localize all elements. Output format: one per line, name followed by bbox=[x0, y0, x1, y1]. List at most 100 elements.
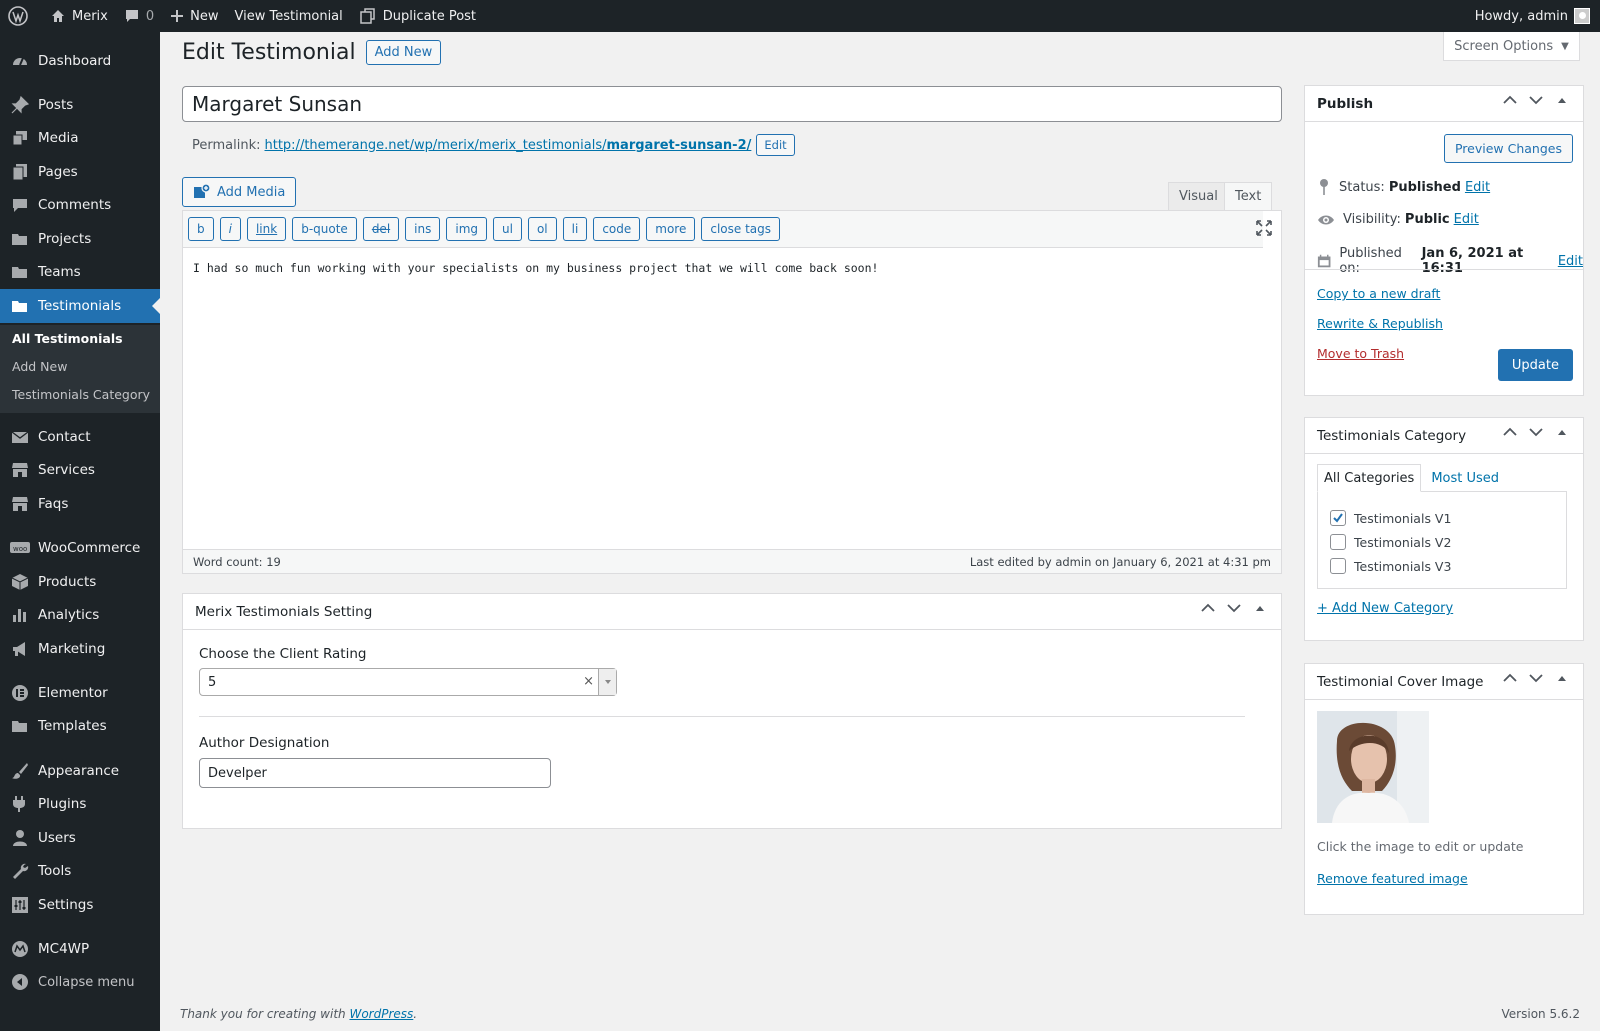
sidebar-item-label: Marketing bbox=[38, 641, 106, 657]
cover-image-thumbnail[interactable] bbox=[1317, 711, 1429, 823]
permalink-edit-button[interactable]: Edit bbox=[756, 134, 795, 156]
tab-all-categories[interactable]: All Categories bbox=[1317, 464, 1422, 492]
sidebar-item-mc4wp[interactable]: MC4WP bbox=[0, 932, 160, 966]
category-item[interactable]: Testimonials V3 bbox=[1330, 558, 1451, 574]
qt-code-button[interactable]: code bbox=[593, 217, 641, 241]
view-testimonial-link[interactable]: View Testimonial bbox=[227, 0, 351, 32]
admin-sidebar: Dashboard Posts Media Pages Comments Pro… bbox=[0, 32, 160, 1031]
toggle-panel-icon[interactable] bbox=[1247, 604, 1273, 612]
sidebar-item-marketing[interactable]: Marketing bbox=[0, 632, 160, 666]
add-new-category-link[interactable]: + Add New Category bbox=[1317, 601, 1453, 616]
move-down-icon[interactable] bbox=[1523, 95, 1549, 105]
wordpress-logo-button[interactable] bbox=[0, 0, 42, 32]
sidebar-item-products[interactable]: Products bbox=[0, 565, 160, 599]
editor-content[interactable]: I had so much fun working with your spec… bbox=[193, 261, 878, 275]
testimonials-setting-box: Merix Testimonials Setting Choose the Cl… bbox=[182, 593, 1282, 829]
qt-bquote-button[interactable]: b-quote bbox=[292, 217, 357, 241]
sidebar-item-services[interactable]: Services bbox=[0, 453, 160, 487]
account-menu[interactable]: Howdy, admin bbox=[1475, 8, 1600, 24]
fullscreen-icon[interactable] bbox=[1255, 219, 1273, 241]
qt-italic-button[interactable]: i bbox=[219, 217, 241, 241]
checkbox[interactable] bbox=[1330, 534, 1346, 550]
add-media-button[interactable]: Add Media bbox=[182, 177, 297, 207]
submenu-testimonials-category[interactable]: Testimonials Category bbox=[0, 381, 160, 409]
qt-ol-button[interactable]: ol bbox=[527, 217, 557, 241]
submenu-all-testimonials[interactable]: All Testimonials bbox=[0, 325, 160, 353]
move-up-icon[interactable] bbox=[1497, 427, 1523, 437]
category-item[interactable]: Testimonials V2 bbox=[1330, 534, 1451, 550]
chevron-down-icon[interactable] bbox=[598, 669, 616, 695]
duplicate-post-button[interactable]: Duplicate Post bbox=[351, 0, 484, 32]
sidebar-item-comments[interactable]: Comments bbox=[0, 188, 160, 222]
checkbox[interactable] bbox=[1330, 558, 1346, 574]
sidebar-item-teams[interactable]: Teams bbox=[0, 255, 160, 289]
sidebar-item-label: Collapse menu bbox=[38, 974, 135, 990]
visibility-edit-link[interactable]: Edit bbox=[1454, 212, 1479, 227]
toggle-panel-icon[interactable] bbox=[1549, 674, 1575, 682]
wordpress-link[interactable]: WordPress bbox=[349, 1007, 413, 1021]
tab-visual[interactable]: Visual bbox=[1168, 182, 1229, 211]
postbox-header: Testimonials Category bbox=[1305, 418, 1583, 454]
sidebar-item-projects[interactable]: Projects bbox=[0, 222, 160, 256]
permalink-link[interactable]: http://themerange.net/wp/merix/merix_tes… bbox=[265, 138, 752, 153]
qt-link-button[interactable]: link bbox=[246, 217, 287, 241]
qt-li-button[interactable]: li bbox=[562, 217, 588, 241]
qt-del-button[interactable]: del bbox=[362, 217, 400, 241]
client-rating-select[interactable]: 5 × bbox=[199, 668, 617, 696]
sidebar-item-settings[interactable]: Settings bbox=[0, 888, 160, 922]
site-name-button[interactable]: Merix bbox=[42, 0, 116, 32]
qt-ul-button[interactable]: ul bbox=[493, 217, 522, 241]
toggle-panel-icon[interactable] bbox=[1549, 428, 1575, 436]
rewrite-republish-link[interactable]: Rewrite & Republish bbox=[1317, 316, 1443, 331]
tab-text[interactable]: Text bbox=[1224, 182, 1273, 211]
sidebar-item-faqs[interactable]: Faqs bbox=[0, 487, 160, 521]
comments-button[interactable]: 0 bbox=[116, 0, 162, 32]
post-title-input[interactable]: Margaret Sunsan bbox=[182, 86, 1282, 122]
sidebar-item-appearance[interactable]: Appearance bbox=[0, 754, 160, 788]
screen-options-button[interactable]: Screen Options ▼ bbox=[1443, 32, 1580, 61]
author-designation-input[interactable]: Develper bbox=[199, 758, 551, 788]
tab-most-used[interactable]: Most Used bbox=[1425, 464, 1505, 492]
clear-icon[interactable]: × bbox=[583, 674, 594, 689]
toggle-panel-icon[interactable] bbox=[1549, 96, 1575, 104]
sidebar-item-media[interactable]: Media bbox=[0, 121, 160, 155]
sidebar-item-users[interactable]: Users bbox=[0, 821, 160, 855]
category-label: Testimonials V3 bbox=[1354, 558, 1452, 574]
move-up-icon[interactable] bbox=[1195, 603, 1221, 613]
qt-img-button[interactable]: img bbox=[446, 217, 487, 241]
sidebar-item-label: Tools bbox=[38, 863, 72, 879]
move-down-icon[interactable] bbox=[1523, 673, 1549, 683]
published-edit-link[interactable]: Edit bbox=[1558, 254, 1583, 269]
preview-changes-button[interactable]: Preview Changes bbox=[1443, 134, 1573, 163]
sidebar-item-testimonials[interactable]: Testimonials bbox=[0, 289, 160, 323]
sidebar-item-analytics[interactable]: Analytics bbox=[0, 598, 160, 632]
submenu-add-new[interactable]: Add New bbox=[0, 353, 160, 381]
sidebar-item-posts[interactable]: Posts bbox=[0, 88, 160, 122]
remove-featured-image-link[interactable]: Remove featured image bbox=[1317, 871, 1468, 886]
sidebar-item-woocommerce[interactable]: woo WooCommerce bbox=[0, 531, 160, 565]
status-edit-link[interactable]: Edit bbox=[1465, 180, 1490, 195]
move-down-icon[interactable] bbox=[1221, 603, 1247, 613]
sidebar-item-elementor[interactable]: Elementor bbox=[0, 676, 160, 710]
move-up-icon[interactable] bbox=[1497, 95, 1523, 105]
qt-more-button[interactable]: more bbox=[646, 217, 696, 241]
add-new-button[interactable]: Add New bbox=[365, 40, 442, 65]
checkbox-checked[interactable] bbox=[1330, 510, 1346, 526]
qt-ins-button[interactable]: ins bbox=[405, 217, 441, 241]
qt-close-tags-button[interactable]: close tags bbox=[701, 217, 781, 241]
copy-to-draft-link[interactable]: Copy to a new draft bbox=[1317, 286, 1440, 301]
sidebar-item-pages[interactable]: Pages bbox=[0, 155, 160, 189]
sidebar-item-templates[interactable]: Templates bbox=[0, 709, 160, 743]
sidebar-item-contact[interactable]: Contact bbox=[0, 420, 160, 454]
move-to-trash-link[interactable]: Move to Trash bbox=[1317, 346, 1404, 361]
sidebar-item-plugins[interactable]: Plugins bbox=[0, 787, 160, 821]
qt-bold-button[interactable]: b bbox=[188, 217, 214, 241]
collapse-menu-button[interactable]: Collapse menu bbox=[0, 965, 160, 999]
sidebar-item-tools[interactable]: Tools bbox=[0, 854, 160, 888]
update-button[interactable]: Update bbox=[1497, 349, 1573, 381]
move-down-icon[interactable] bbox=[1523, 427, 1549, 437]
sidebar-item-dashboard[interactable]: Dashboard bbox=[0, 44, 160, 78]
category-item[interactable]: Testimonials V1 bbox=[1330, 510, 1451, 526]
move-up-icon[interactable] bbox=[1497, 673, 1523, 683]
new-content-button[interactable]: New bbox=[162, 0, 226, 32]
